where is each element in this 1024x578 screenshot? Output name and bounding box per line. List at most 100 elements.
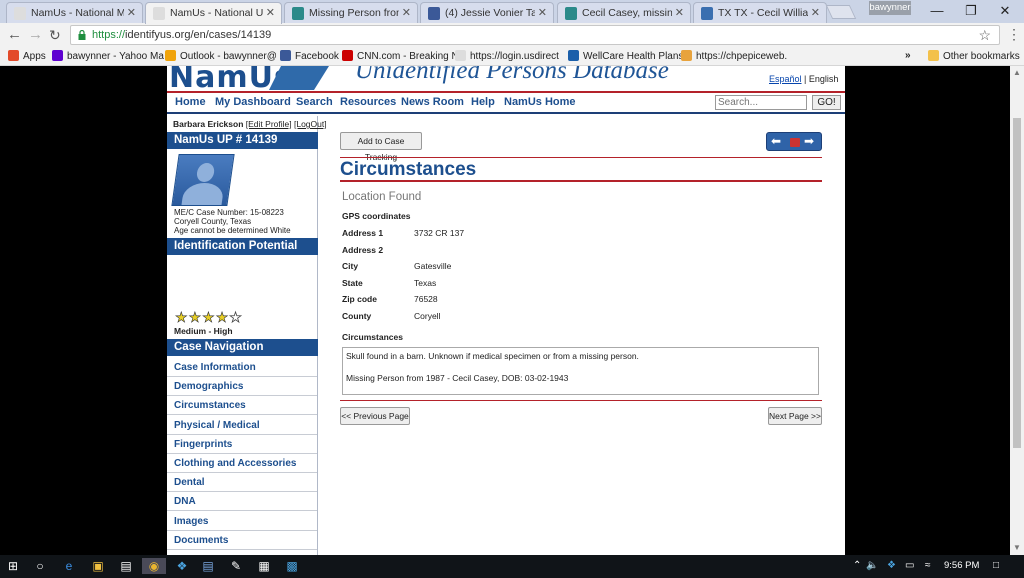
- forward-icon[interactable]: →: [28, 26, 43, 44]
- sidebar-item-clothing-and-accessories[interactable]: Clothing and Accessories: [167, 454, 317, 473]
- scroll-down-icon[interactable]: ▼: [1013, 543, 1021, 552]
- case-title: NamUs UP # 14139: [167, 132, 318, 149]
- tab-3[interactable]: Missing Person from 1✕: [284, 2, 418, 23]
- reload-icon[interactable]: ↻: [49, 26, 61, 44]
- bing-icon: [565, 7, 577, 20]
- dropbox-icon[interactable]: ❖: [174, 558, 190, 574]
- nav-help[interactable]: Help: [471, 96, 495, 108]
- nav-namus-home[interactable]: NamUs Home: [504, 96, 576, 108]
- sidebar-item-documents[interactable]: Documents: [167, 530, 317, 550]
- tab-label: Missing Person from 1: [309, 7, 399, 19]
- nav-resources[interactable]: Resources: [340, 96, 396, 108]
- scroll-thumb[interactable]: [1013, 118, 1021, 448]
- tab-1[interactable]: NamUs - National Miss✕: [6, 2, 143, 23]
- bookmark-item[interactable]: Apps: [8, 50, 46, 62]
- page-icon: [14, 7, 26, 20]
- rating-label: Medium - High: [174, 326, 233, 336]
- chrome-taskbar-icon[interactable]: ◉: [142, 558, 166, 574]
- volume-icon[interactable]: 🔈: [866, 560, 878, 571]
- bookmarks-overflow-icon[interactable]: »: [905, 50, 911, 61]
- sidebar-item-dna[interactable]: DNA: [167, 492, 317, 512]
- bookmark-item[interactable]: bawynner - Yahoo Ma: [52, 50, 164, 62]
- tab-4[interactable]: (4) Jessie Vonier Taylor✕: [420, 2, 554, 23]
- windows-start-icon[interactable]: ⊞: [5, 558, 21, 574]
- circumstances-text-2: Missing Person from 1987 - Cecil Casey, …: [346, 373, 569, 383]
- edit-profile-link[interactable]: [Edit Profile]: [246, 119, 292, 129]
- next-page-button[interactable]: Next Page >>: [768, 407, 822, 425]
- bookmark-star-icon[interactable]: ☆: [978, 27, 991, 44]
- sidebar-item-physical-medical[interactable]: Physical / Medical: [167, 415, 317, 435]
- sidebar-item-dental[interactable]: Dental: [167, 473, 317, 493]
- battery-icon[interactable]: ▭: [905, 560, 914, 571]
- footer-rule: [340, 400, 822, 401]
- add-case-tracking-button[interactable]: Add to Case Tracking: [340, 132, 422, 162]
- tab-5[interactable]: Cecil Casey, missing -✕: [557, 2, 691, 23]
- minimize-icon[interactable]: —: [921, 2, 953, 20]
- back-icon[interactable]: ←: [7, 26, 22, 44]
- previous-page-button[interactable]: << Previous Page: [340, 407, 410, 425]
- go-button[interactable]: GO!: [812, 95, 841, 110]
- clock[interactable]: 9:56 PM: [944, 560, 979, 571]
- close-tab-icon[interactable]: ✕: [675, 6, 684, 19]
- field-label: Zip code: [342, 294, 377, 305]
- close-tab-icon[interactable]: ✕: [538, 6, 547, 19]
- new-tab-button[interactable]: [825, 5, 857, 19]
- calendar-icon[interactable]: ▦: [256, 558, 272, 574]
- close-tab-icon[interactable]: ✕: [266, 6, 275, 19]
- close-tab-icon[interactable]: ✕: [402, 6, 411, 19]
- nav-my-dashboard[interactable]: My Dashboard: [215, 96, 291, 108]
- next-case-icon[interactable]: ➡: [804, 133, 814, 150]
- cortana-icon[interactable]: ○: [32, 558, 48, 574]
- scrollbar[interactable]: ▲ ▼: [1010, 66, 1024, 555]
- restore-icon[interactable]: ❐: [955, 2, 987, 20]
- logout-link[interactable]: [LogOut]: [294, 119, 327, 129]
- case-county: Coryell County, Texas: [174, 217, 252, 226]
- search-input[interactable]: [715, 95, 807, 110]
- bookmark-item[interactable]: Outlook - bawynner@: [165, 50, 277, 62]
- notifications-icon[interactable]: □: [993, 560, 999, 571]
- list-icon[interactable]: [790, 138, 800, 147]
- page-icon: [153, 7, 165, 20]
- close-tab-icon[interactable]: ✕: [811, 6, 820, 19]
- sidebar-item-images[interactable]: Images: [167, 511, 317, 531]
- store-icon[interactable]: ▤: [118, 558, 134, 574]
- close-window-icon[interactable]: ✕: [989, 2, 1021, 20]
- tab-6[interactable]: TX TX - Cecil William C✕: [693, 2, 827, 23]
- bookmark-item[interactable]: https://login.usdirect: [455, 50, 559, 62]
- nav-home[interactable]: Home: [175, 96, 206, 108]
- paint-icon[interactable]: ✎: [228, 558, 244, 574]
- scroll-up-icon[interactable]: ▲: [1013, 68, 1021, 77]
- wifi-icon[interactable]: ≈: [925, 560, 931, 571]
- edge-icon[interactable]: e: [61, 558, 77, 574]
- network-app-icon[interactable]: ▩: [284, 558, 300, 574]
- me-case-number: ME/C Case Number: 15-08223: [174, 208, 284, 217]
- bookmark-item[interactable]: https://chpepiceweb.: [681, 50, 787, 62]
- espanol-link[interactable]: Español: [769, 74, 802, 84]
- url-text: https://identifyus.org/en/cases/14139: [92, 29, 272, 41]
- tray-chevron-icon[interactable]: ⌃: [853, 560, 861, 571]
- sidebar-item-demographics[interactable]: Demographics: [167, 377, 317, 397]
- bookmark-item[interactable]: Facebook: [280, 50, 339, 62]
- page-title: Circumstances: [340, 159, 477, 180]
- circumstances-text-1: Skull found in a barn. Unknown if medica…: [346, 351, 639, 361]
- sidebar-item-case-information[interactable]: Case Information: [167, 358, 317, 377]
- bookmark-item[interactable]: WellCare Health Plans: [568, 50, 683, 62]
- profile-button[interactable]: bawynner: [869, 1, 911, 15]
- nav-news-room[interactable]: News Room: [401, 96, 464, 108]
- file-explorer-icon[interactable]: ▣: [90, 558, 106, 574]
- bookmark-label: bawynner - Yahoo Ma: [67, 51, 164, 62]
- circumstances-box: Skull found in a barn. Unknown if medica…: [342, 347, 819, 395]
- other-bookmarks[interactable]: Other bookmarks: [928, 50, 1020, 62]
- prev-case-icon[interactable]: ⬅: [771, 133, 781, 150]
- address-bar[interactable]: https://identifyus.org/en/cases/14139 ☆: [70, 25, 1000, 45]
- close-tab-icon[interactable]: ✕: [127, 6, 136, 19]
- document-icon[interactable]: ▤: [200, 558, 216, 574]
- sidebar-item-circumstances[interactable]: Circumstances: [167, 396, 317, 416]
- tab-2[interactable]: NamUs - National Unid✕: [145, 2, 282, 24]
- dropbox-tray-icon[interactable]: ❖: [887, 560, 896, 571]
- sidebar-item-fingerprints[interactable]: Fingerprints: [167, 434, 317, 454]
- namus-page: NamUs Unidentified Persons Database Espa…: [167, 66, 845, 555]
- chrome-menu-icon[interactable]: ⋮: [1007, 26, 1021, 43]
- nav-search[interactable]: Search: [296, 96, 333, 108]
- bookmark-item[interactable]: CNN.com - Breaking N: [342, 50, 459, 62]
